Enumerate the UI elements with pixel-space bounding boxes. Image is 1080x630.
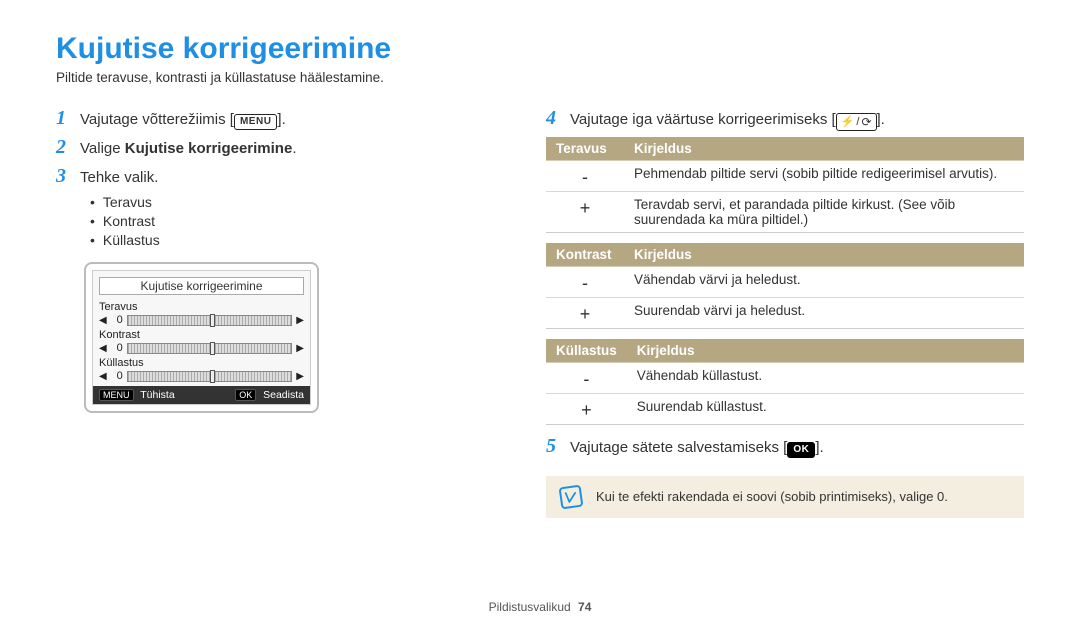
note-icon: [559, 484, 584, 509]
step-text: Vajutage võtterežiimis [MENU].: [80, 111, 286, 130]
table-row: - Vähendab värvi ja heledust.: [546, 266, 1024, 297]
slider-value: 0: [111, 342, 123, 354]
step-5: 5 Vajutage sätete salvestamiseks [OK].: [546, 435, 1024, 458]
slider-track: [127, 343, 293, 354]
step-4: 4 Vajutage iga väärtuse korrigeerimiseks…: [546, 107, 1024, 131]
desc-cell: Suurendab küllastust.: [627, 393, 1024, 424]
table-header: Kirjeldus: [624, 243, 1024, 267]
text: ].: [877, 111, 885, 128]
step-text: Vajutage sätete salvestamiseks [OK].: [570, 439, 824, 458]
table-header: Kirjeldus: [624, 137, 1024, 161]
note-text: Kui te efekti rakendada ei soovi (sobib …: [596, 489, 948, 504]
symbol-cell: -: [546, 362, 627, 393]
page-number: 74: [578, 600, 591, 614]
slider-track: [127, 371, 293, 382]
slider-label: Kontrast: [99, 329, 304, 341]
option-bullets: Teravus Kontrast Küllastus: [90, 194, 486, 248]
text: Vajutage võtterežiimis [: [80, 111, 234, 128]
page-subtitle: Piltide teravuse, kontrasti ja küllastat…: [56, 70, 1024, 85]
page-title: Kujutise korrigeerimine: [56, 32, 1024, 66]
contrast-table: Kontrast Kirjeldus - Vähendab värvi ja h…: [546, 243, 1024, 329]
table-header: Kirjeldus: [627, 339, 1024, 363]
slider-track: [127, 315, 293, 326]
flash-timer-key-icon: ⚡/⟳: [836, 113, 877, 131]
step-text: Valige Kujutise korrigeerimine.: [80, 140, 297, 157]
bullet-item: Kontrast: [90, 213, 486, 229]
slider-value: 0: [111, 314, 123, 326]
slider-label: Teravus: [99, 301, 304, 313]
table-header: Küllastus: [546, 339, 627, 363]
slider-contrast: Kontrast ◀ 0 ▶: [99, 329, 304, 354]
flash-icon: ⚡: [841, 115, 855, 128]
text: ].: [277, 111, 285, 128]
symbol-cell: +: [546, 393, 627, 424]
bold-term: Kujutise korrigeerimine: [125, 140, 293, 157]
desc-cell: Teravdab servi, et parandada piltide kir…: [624, 191, 1024, 232]
bullet-item: Teravus: [90, 194, 486, 210]
symbol-cell: +: [546, 297, 624, 328]
lcd-title: Kujutise korrigeerimine: [99, 277, 304, 295]
table-header: Kontrast: [546, 243, 624, 267]
slider-sharpness: Teravus ◀ 0 ▶: [99, 301, 304, 326]
slider-value: 0: [111, 370, 123, 382]
table-row: + Teravdab servi, et parandada piltide k…: [546, 191, 1024, 232]
step-number: 3: [56, 165, 70, 188]
step-number: 2: [56, 136, 70, 159]
text: Valige: [80, 140, 125, 157]
left-column: 1 Vajutage võtterežiimis [MENU]. 2 Valig…: [56, 107, 486, 518]
symbol-cell: -: [546, 160, 624, 191]
symbol-cell: +: [546, 191, 624, 232]
symbol-cell: -: [546, 266, 624, 297]
desc-cell: Vähendab värvi ja heledust.: [624, 266, 1024, 297]
lcd-footer: MENU Tühista OK Seadista: [93, 386, 310, 404]
bullet-item: Küllastus: [90, 232, 486, 248]
table-row: - Vähendab küllastust.: [546, 362, 1024, 393]
text: Vajutage sätete salvestamiseks [: [570, 439, 787, 456]
table-row: - Pehmendab piltide servi (sobib piltide…: [546, 160, 1024, 191]
step-text: Vajutage iga väärtuse korrigeerimiseks […: [570, 111, 885, 131]
ok-key-icon: OK: [787, 442, 815, 458]
step-2: 2 Valige Kujutise korrigeerimine.: [56, 136, 486, 159]
slider-saturation: Küllastus ◀ 0 ▶: [99, 357, 304, 382]
table-row: + Suurendab küllastust.: [546, 393, 1024, 424]
step-number: 1: [56, 107, 70, 130]
camera-lcd-mock: Kujutise korrigeerimine Teravus ◀ 0 ▶ Ko…: [84, 262, 319, 413]
table-header: Teravus: [546, 137, 624, 161]
sharpness-table: Teravus Kirjeldus - Pehmendab piltide se…: [546, 137, 1024, 233]
step-1: 1 Vajutage võtterežiimis [MENU].: [56, 107, 486, 130]
menu-button-icon: MENU: [99, 389, 134, 401]
step-number: 4: [546, 107, 560, 130]
menu-key-icon: MENU: [234, 114, 277, 130]
desc-cell: Suurendab värvi ja heledust.: [624, 297, 1024, 328]
text: Vajutage iga väärtuse korrigeerimiseks [: [570, 111, 836, 128]
cancel-label: Tühista: [140, 389, 174, 401]
footer-section: Pildistusvalikud: [489, 600, 571, 614]
timer-icon: ⟳: [861, 115, 871, 129]
step-text: Tehke valik.: [80, 169, 158, 186]
text: .: [292, 140, 296, 157]
ok-button-icon: OK: [235, 389, 256, 401]
table-row: + Suurendab värvi ja heledust.: [546, 297, 1024, 328]
desc-cell: Vähendab küllastust.: [627, 362, 1024, 393]
step-number: 5: [546, 435, 560, 458]
desc-cell: Pehmendab piltide servi (sobib piltide r…: [624, 160, 1024, 191]
text: ].: [815, 439, 823, 456]
page-footer: Pildistusvalikud 74: [0, 600, 1080, 614]
saturation-table: Küllastus Kirjeldus - Vähendab küllastus…: [546, 339, 1024, 425]
note-box: Kui te efekti rakendada ei soovi (sobib …: [546, 476, 1024, 518]
slider-label: Küllastus: [99, 357, 304, 369]
right-column: 4 Vajutage iga väärtuse korrigeerimiseks…: [546, 107, 1024, 518]
ok-label: Seadista: [263, 389, 304, 401]
step-3: 3 Tehke valik.: [56, 165, 486, 188]
